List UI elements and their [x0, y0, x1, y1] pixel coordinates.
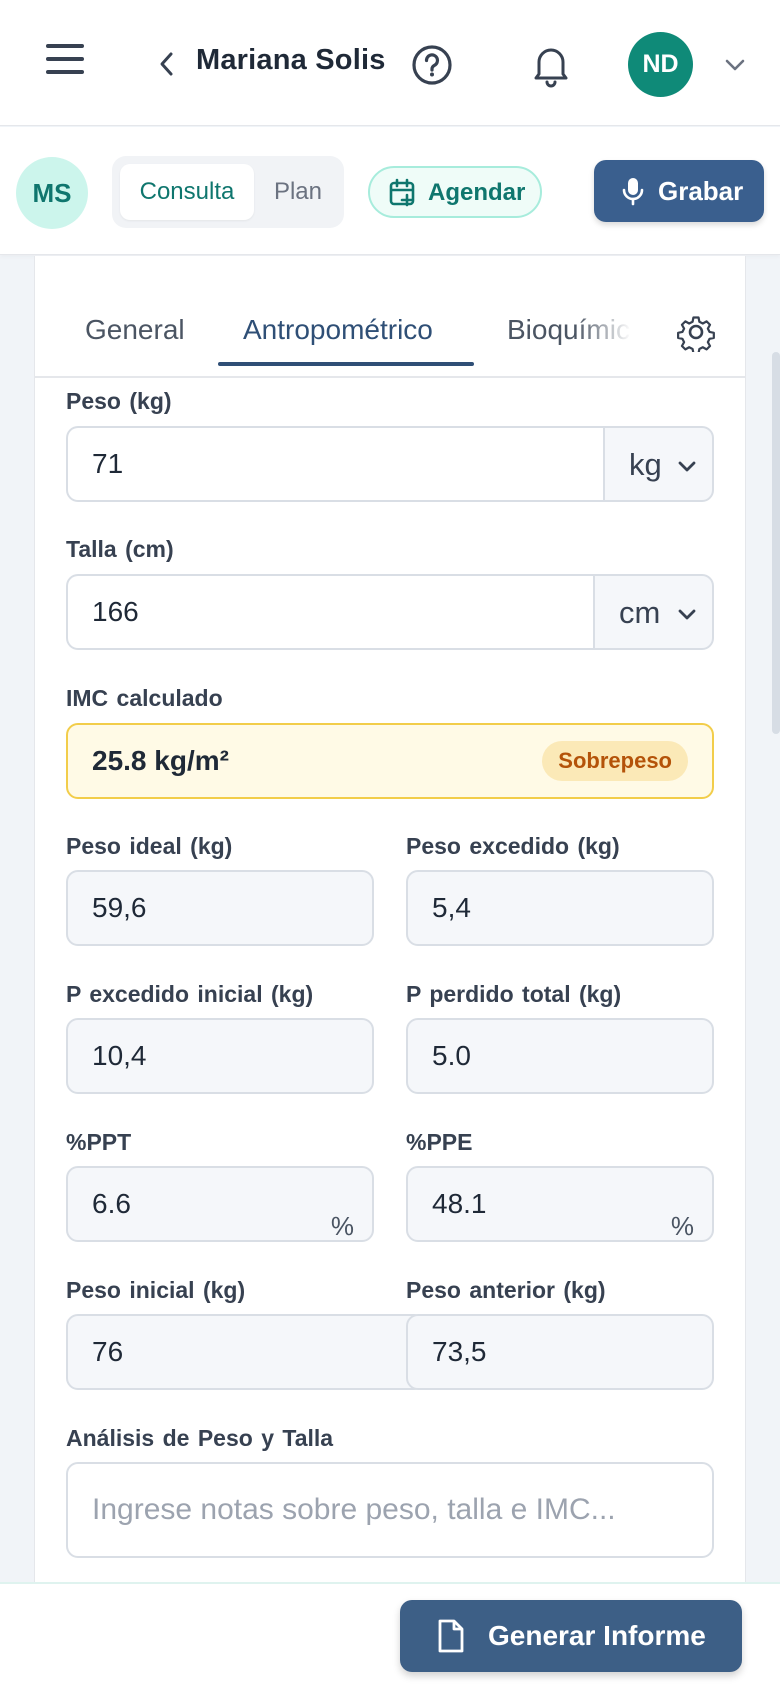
ppt-input[interactable]: 6.6 % — [66, 1166, 374, 1242]
peso-label: Peso (kg) — [66, 388, 172, 414]
ppe-value: 48.1 — [432, 1188, 487, 1219]
peso-anterior-input[interactable]: 73,5 — [406, 1314, 714, 1390]
chevron-left-icon[interactable] — [152, 46, 182, 82]
peso-excedido-label: Peso excedido (kg) — [406, 833, 620, 859]
agendar-button[interactable]: Agendar — [368, 166, 542, 218]
peso-inicial-input[interactable]: 76 — [66, 1314, 426, 1390]
imc-status-badge: Sobrepeso — [542, 741, 688, 781]
segment-plan[interactable]: Plan — [258, 164, 338, 220]
ppt-suffix: % — [330, 1211, 354, 1241]
peso-input[interactable]: 71 — [66, 426, 604, 502]
imc-label: IMC calculado — [66, 685, 223, 711]
gear-icon[interactable] — [676, 312, 716, 352]
ppe-input[interactable]: 48.1 % — [406, 1166, 714, 1242]
help-circle-icon[interactable] — [410, 43, 454, 87]
section-tabs: General Antropométrico Bioquímico — [34, 296, 746, 378]
p-excedido-inicial-input[interactable]: 10,4 — [66, 1018, 374, 1094]
imc-value: 25.8 kg/m² — [92, 745, 229, 776]
ppe-suffix: % — [670, 1211, 694, 1241]
analisis-placeholder: Ingrese notas sobre peso, talla e IMC... — [92, 1493, 616, 1526]
ppe-label: %PPE — [406, 1129, 473, 1155]
imc-result: 25.8 kg/m² Sobrepeso — [66, 723, 714, 799]
user-avatar[interactable]: ND — [628, 32, 693, 97]
peso-ideal-label: Peso ideal (kg) — [66, 833, 233, 859]
talla-unit-value: cm — [619, 595, 661, 630]
analisis-textarea[interactable]: Ingrese notas sobre peso, talla e IMC... — [66, 1462, 714, 1558]
peso-inicial-label: Peso inicial (kg) — [66, 1277, 246, 1303]
generar-informe-button[interactable]: Generar Informe — [400, 1600, 742, 1672]
peso-unit-value: kg — [629, 447, 662, 482]
chevron-down-icon[interactable] — [722, 52, 748, 78]
talla-input[interactable]: 166 — [66, 574, 594, 650]
chevron-down-icon — [678, 609, 696, 620]
view-switcher: Consulta Plan — [112, 156, 344, 228]
tab-antropometrico[interactable]: Antropométrico — [243, 314, 433, 346]
ppt-value: 6.6 — [92, 1188, 131, 1219]
peso-ideal-input[interactable]: 59,6 — [66, 870, 374, 946]
active-tab-indicator — [218, 362, 474, 366]
talla-unit-select[interactable]: cm — [593, 574, 714, 650]
microphone-icon — [622, 178, 644, 206]
chevron-down-icon — [678, 461, 696, 472]
p-perdido-total-input[interactable]: 5.0 — [406, 1018, 714, 1094]
ppt-label: %PPT — [66, 1129, 132, 1155]
p-excedido-inicial-label: P excedido inicial (kg) — [66, 981, 314, 1007]
document-icon — [438, 1619, 464, 1653]
p-perdido-total-label: P perdido total (kg) — [406, 981, 622, 1007]
peso-anterior-label: Peso anterior (kg) — [406, 1277, 606, 1303]
segment-consulta[interactable]: Consulta — [120, 164, 254, 220]
menu-icon[interactable] — [46, 44, 88, 86]
tab-bioquimico[interactable]: Bioquímico — [507, 314, 631, 346]
talla-label: Talla (cm) — [66, 536, 174, 562]
peso-unit-select[interactable]: kg — [603, 426, 714, 502]
peso-excedido-input[interactable]: 5,4 — [406, 870, 714, 946]
patient-avatar: MS — [16, 157, 88, 229]
generar-informe-label: Generar Informe — [488, 1620, 706, 1651]
tab-general[interactable]: General — [85, 314, 185, 346]
bell-icon[interactable] — [526, 40, 576, 90]
scrollbar[interactable] — [772, 352, 780, 734]
calendar-plus-icon — [389, 178, 415, 207]
agendar-label: Agendar — [428, 179, 526, 206]
analisis-label: Análisis de Peso y Talla — [66, 1425, 334, 1451]
patient-name[interactable]: Mariana Solis — [196, 44, 386, 77]
grabar-button[interactable]: Grabar — [594, 160, 764, 222]
grabar-label: Grabar — [658, 176, 744, 206]
